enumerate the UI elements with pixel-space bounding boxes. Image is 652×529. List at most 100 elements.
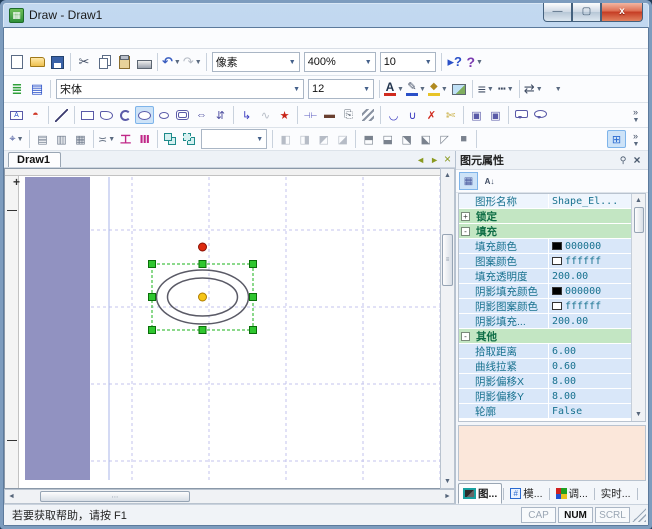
align-button[interactable]: ≍▼ [97,130,116,148]
menu-item[interactable] [24,36,38,40]
line-width-button[interactable]: ≡▼ [476,79,496,99]
flip-button[interactable]: ■ [454,130,473,148]
rectangle-tool-button[interactable] [78,106,97,124]
property-value[interactable]: 200.00 [549,271,631,282]
same-width-button[interactable]: ▤ [33,130,52,148]
star-tool-button[interactable]: ★ [275,106,294,124]
line-style-button[interactable]: ┅▼ [496,79,516,99]
scroll-down-icon[interactable]: ▼ [632,408,645,421]
property-value[interactable]: ffffff [549,256,631,267]
resize-grip[interactable] [632,508,646,522]
property-row[interactable]: 填充透明度 200.00 [459,269,631,284]
property-value[interactable]: 000000 [549,286,631,297]
expander-icon[interactable]: - [461,332,470,341]
curve-tool-button[interactable]: ∿ [256,106,275,124]
bool-subtract-button[interactable]: ◩ [314,130,333,148]
bool-union-button[interactable]: ◧ [276,130,295,148]
circle-tool-button[interactable] [154,106,173,124]
property-value[interactable]: False [549,406,631,417]
property-row[interactable]: 阴影偏移Y 8.00 [459,389,631,404]
tab-realtime[interactable]: 实时... [596,483,636,504]
font-color-button[interactable]: A▼ [383,79,405,99]
callout-button[interactable] [512,106,531,124]
tab-close-icon[interactable]: × [444,155,451,165]
undo-button[interactable]: ↶▼ [161,52,182,72]
double-arrow-tool-button[interactable]: ⇔ [192,106,211,124]
picture-link-button[interactable]: ▣ [486,106,505,124]
same-height-button[interactable]: ▥ [52,130,71,148]
bring-forward-button[interactable]: ⬔ [397,130,416,148]
grid-size-combo[interactable]: 10▼ [380,52,436,72]
menu-item[interactable] [66,36,80,40]
rotate-button[interactable]: ◸ [435,130,454,148]
menu-item[interactable] [94,36,108,40]
vertical-scroll-thumb[interactable]: ≡ [442,234,453,286]
grid-scrollbar[interactable]: ▲ ▼ [631,194,645,421]
tab-scroll-right-icon[interactable]: ► [430,155,439,165]
filled-rect-button[interactable]: ▬ [320,106,339,124]
tab-draw1[interactable]: Draw1 [8,152,61,167]
send-back-button[interactable]: ⬓ [378,130,397,148]
open-button[interactable] [27,52,47,72]
custom-shape-button[interactable]: ◓ [26,106,45,124]
property-row[interactable]: 阴影偏移X 8.00 [459,374,631,389]
print-button[interactable] [134,52,154,72]
minimize-button[interactable]: — [543,3,572,22]
paste-button[interactable] [114,52,134,72]
alphabetical-sort-button[interactable]: A↓ [480,172,499,190]
tab-element-properties[interactable]: 图... [458,483,502,504]
layer-combo[interactable]: ▼ [201,129,267,149]
ellipse-tool-button[interactable] [135,106,154,124]
insert-picture-button[interactable]: ▣ [467,106,486,124]
close-button[interactable]: x [601,3,643,22]
save-button[interactable] [47,52,67,72]
new-button[interactable] [7,52,27,72]
property-value[interactable]: 8.00 [549,391,631,402]
align-center-h-button[interactable]: Ⅲ [135,130,154,148]
categorized-view-button[interactable]: ▦ [459,172,478,190]
tab-palette[interactable]: 调... [551,483,593,504]
break-link-button[interactable]: ⊣⊢ [301,106,320,124]
callout-rounded-button[interactable] [531,106,550,124]
align-center-v-button[interactable]: 工 [116,130,135,148]
menu-item[interactable] [10,36,24,40]
property-value[interactable]: 000000 [549,241,631,252]
cut-button[interactable]: ✂ [74,52,94,72]
toolbar-overflow-button[interactable]: ▼ [548,79,568,99]
property-value[interactable]: 8.00 [549,376,631,387]
pages-button[interactable]: ▤ [27,79,47,99]
category-row[interactable]: - 其他 [459,329,631,344]
drawing-canvas[interactable]: + — — [4,168,440,489]
arc-tool-button[interactable] [116,106,135,124]
send-backward-button[interactable]: ⬕ [416,130,435,148]
property-row[interactable]: 图案颜色 ffffff [459,254,631,269]
same-size-button[interactable]: ▦ [71,130,90,148]
fill-color-button[interactable]: ◆▼ [427,79,449,99]
scroll-down-icon[interactable]: ▼ [441,475,454,488]
titlebar[interactable]: ▦ Draw - Draw1 — ▢ x [3,3,649,27]
help-button[interactable]: ?▼ [465,52,485,72]
font-combo[interactable]: 宋体▼ [56,79,304,99]
horizontal-scrollbar[interactable]: ◄ ⋯ ► [4,489,455,504]
expander-icon[interactable]: - [461,227,470,236]
property-value[interactable]: ffffff [549,301,631,312]
scroll-up-icon[interactable]: ▲ [441,169,454,182]
snap-toggle-button[interactable]: ⊞ [607,130,626,148]
node-edit-button[interactable]: ✗ [422,106,441,124]
group-button[interactable] [161,130,180,148]
copy-button[interactable] [94,52,114,72]
unit-combo[interactable]: 像素▼ [212,52,300,72]
vertical-scrollbar[interactable]: ▲ ≡ ▼ [440,168,455,489]
property-row[interactable]: 填充颜色 000000 [459,239,631,254]
grid-scroll-thumb[interactable] [634,207,644,233]
duplicate-button[interactable]: ⎘ [339,106,358,124]
category-row[interactable]: - 填充 [459,224,631,239]
bool-exclude-button[interactable]: ◪ [333,130,352,148]
menu-item[interactable] [80,36,94,40]
select-mode-button[interactable]: ⌖▼ [7,130,26,148]
connector-tool-button[interactable]: ↳ [237,106,256,124]
toolbar-overflow-button[interactable]: »▼ [626,106,645,124]
toolbar-overflow-button[interactable]: »▼ [626,130,645,148]
menu-item[interactable] [122,36,136,40]
menu-item[interactable] [108,36,122,40]
